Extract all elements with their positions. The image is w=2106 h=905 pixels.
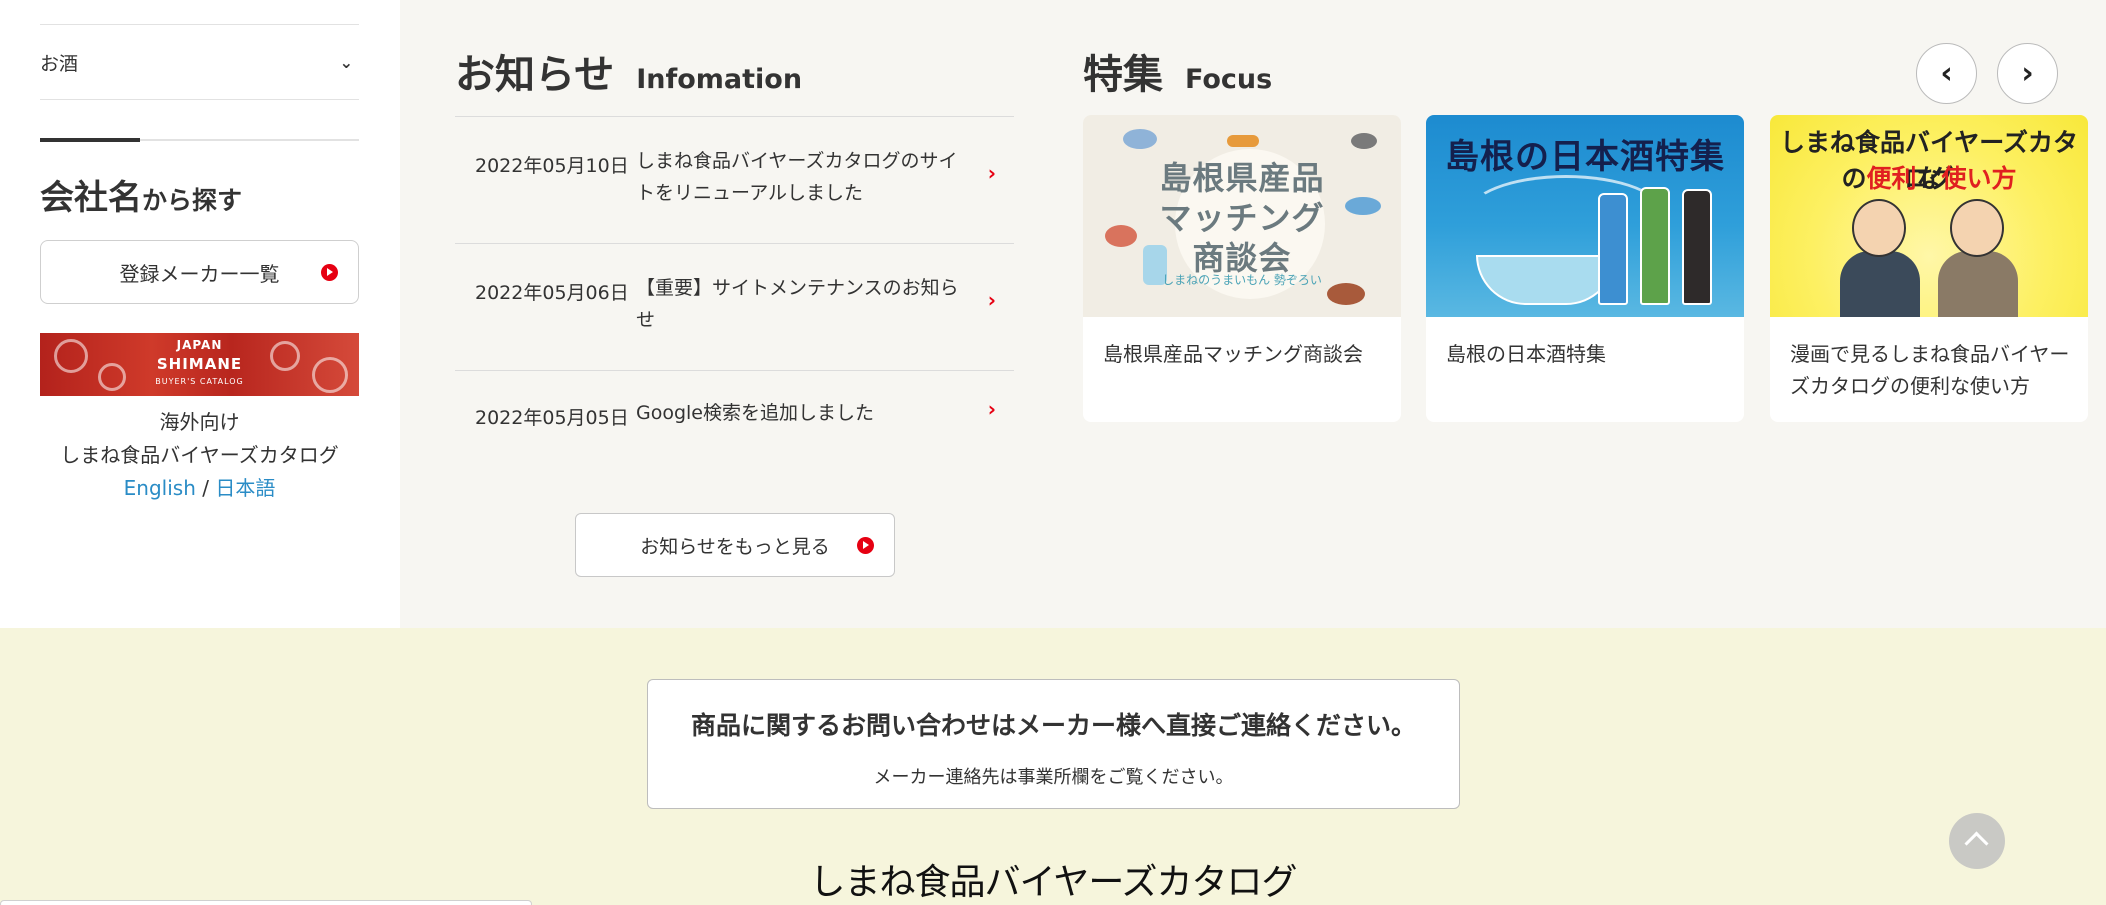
banner-line-1: JAPAN <box>176 338 223 352</box>
news-title: Google検索を追加しました <box>636 402 875 424</box>
horizontal-scrollbar[interactable] <box>0 900 532 905</box>
news-date: 2022年05月10日 <box>475 155 629 177</box>
chevron-down-icon: ⌄ <box>339 52 353 72</box>
category-sake-toggle[interactable]: お酒 ⌄ <box>40 24 359 100</box>
overseas-banner[interactable]: JAPAN SHIMANE BUYER'S CATALOG <box>40 333 359 396</box>
contact-notice-sub: メーカー連絡先は事業所欄をご覧ください。 <box>873 767 1234 788</box>
footer-logo[interactable]: しまね食品バイヤーズカタログ <box>0 853 2106 905</box>
red-play-icon <box>321 264 338 281</box>
focus-thumb-subtext: しまねのうまいもん 勢ぞろい <box>1162 273 1322 287</box>
news-list: 2022年05月10日 しまね食品バイヤーズカタログのサイトをリニューアルしまし… <box>455 116 1014 462</box>
overseas-catalog-name: しまね食品バイヤーズカタログ <box>60 443 339 467</box>
carousel-prev-button[interactable]: ‹ <box>1916 43 1977 104</box>
maker-list-button-label: 登録メーカー一覧 <box>119 261 280 286</box>
back-to-top-button[interactable] <box>1949 813 2005 869</box>
footer: 商品に関するお問い合わせはメーカー様へ直接ご連絡ください。 メーカー連絡先は事業… <box>0 628 2106 905</box>
japanese-link[interactable]: 日本語 <box>215 476 275 500</box>
banner-line-2: SHIMANE <box>156 355 243 373</box>
banner-line-3: BUYER'S CATALOG <box>155 377 244 386</box>
maker-list-button[interactable]: 登録メーカー一覧 <box>40 240 359 304</box>
carousel-next-button[interactable]: › <box>1997 43 2058 104</box>
chevron-left-icon: ‹ <box>1940 56 1953 91</box>
language-links: English / 日本語 <box>40 472 359 505</box>
information-title-en: Infomation <box>636 64 803 95</box>
chevron-right-icon: › <box>987 397 996 421</box>
language-separator: / <box>202 476 209 500</box>
english-link[interactable]: English <box>124 476 196 500</box>
focus-heading: 特集 Focus <box>1083 42 1272 100</box>
information-title-jp: お知らせ <box>455 52 615 98</box>
red-play-icon <box>857 537 874 554</box>
focus-card-image: しまね食品バイヤーズカタログ の便利な使い方 <box>1770 115 2088 317</box>
more-news-button[interactable]: お知らせをもっと見る <box>575 513 895 577</box>
company-search-heading: 会社名 から探す <box>40 170 242 219</box>
focus-card-caption: 島根県産品マッチング商談会 <box>1103 342 1363 366</box>
information-heading: お知らせ Infomation <box>455 42 802 100</box>
news-item[interactable]: 2022年05月10日 しまね食品バイヤーズカタログのサイトをリニューアルしまし… <box>455 117 1014 244</box>
news-title: しまね食品バイヤーズカタログのサイトをリニューアルしました <box>636 150 958 204</box>
news-title: 【重要】サイトメンテナンスのお知らせ <box>636 277 959 331</box>
overseas-label: 海外向け <box>159 410 240 434</box>
chevron-right-icon: › <box>987 161 996 185</box>
more-news-button-label: お知らせをもっと見る <box>640 535 830 558</box>
focus-title-jp: 特集 <box>1083 52 1163 98</box>
category-sake-label: お酒 <box>40 52 79 75</box>
news-date: 2022年05月06日 <box>475 282 629 304</box>
focus-title-en: Focus <box>1185 64 1273 95</box>
news-date: 2022年05月05日 <box>475 407 629 429</box>
chevron-right-icon: › <box>2021 56 2034 91</box>
focus-card-image: 島根県産品 マッチング 商談会 しまねのうまいもん 勢ぞろい <box>1083 115 1401 317</box>
focus-card-image: 島根の日本酒特集 <box>1426 115 1744 317</box>
news-item[interactable]: 2022年05月06日 【重要】サイトメンテナンスのお知らせ › <box>455 244 1014 371</box>
section-divider <box>40 138 359 142</box>
news-item[interactable]: 2022年05月05日 Google検索を追加しました › <box>455 371 1014 462</box>
focus-card[interactable]: 島根県産品 マッチング 商談会 しまねのうまいもん 勢ぞろい 島根県産品マッチン… <box>1083 115 1401 422</box>
focus-thumb-text: 島根の日本酒特集 <box>1445 137 1725 177</box>
sidebar: お酒 ⌄ 会社名 から探す 登録メーカー一覧 JAPAN SHIMANE BUY… <box>0 0 400 628</box>
focus-card[interactable]: しまね食品バイヤーズカタログ の便利な使い方 漫画で見るしまね食品バイヤーズカタ… <box>1770 115 2088 422</box>
company-heading-main: 会社名 <box>40 178 142 218</box>
overseas-catalog-text: 海外向け しまね食品バイヤーズカタログ English / 日本語 <box>40 406 359 505</box>
chevron-right-icon: › <box>987 288 996 312</box>
focus-card-caption: 漫画で見るしまね食品バイヤーズカタログの便利な使い方 <box>1790 342 2070 398</box>
focus-card[interactable]: 島根の日本酒特集 島根の日本酒特集 <box>1426 115 1744 422</box>
contact-notice: 商品に関するお問い合わせはメーカー様へ直接ご連絡ください。 メーカー連絡先は事業… <box>647 679 1460 809</box>
company-heading-suffix: から探す <box>142 186 243 215</box>
focus-card-caption: 島根の日本酒特集 <box>1446 342 1606 366</box>
contact-notice-main: 商品に関するお問い合わせはメーカー様へ直接ご連絡ください。 <box>690 711 1416 740</box>
focus-thumb-text-line2: の便利な使い方 <box>1841 164 2017 193</box>
